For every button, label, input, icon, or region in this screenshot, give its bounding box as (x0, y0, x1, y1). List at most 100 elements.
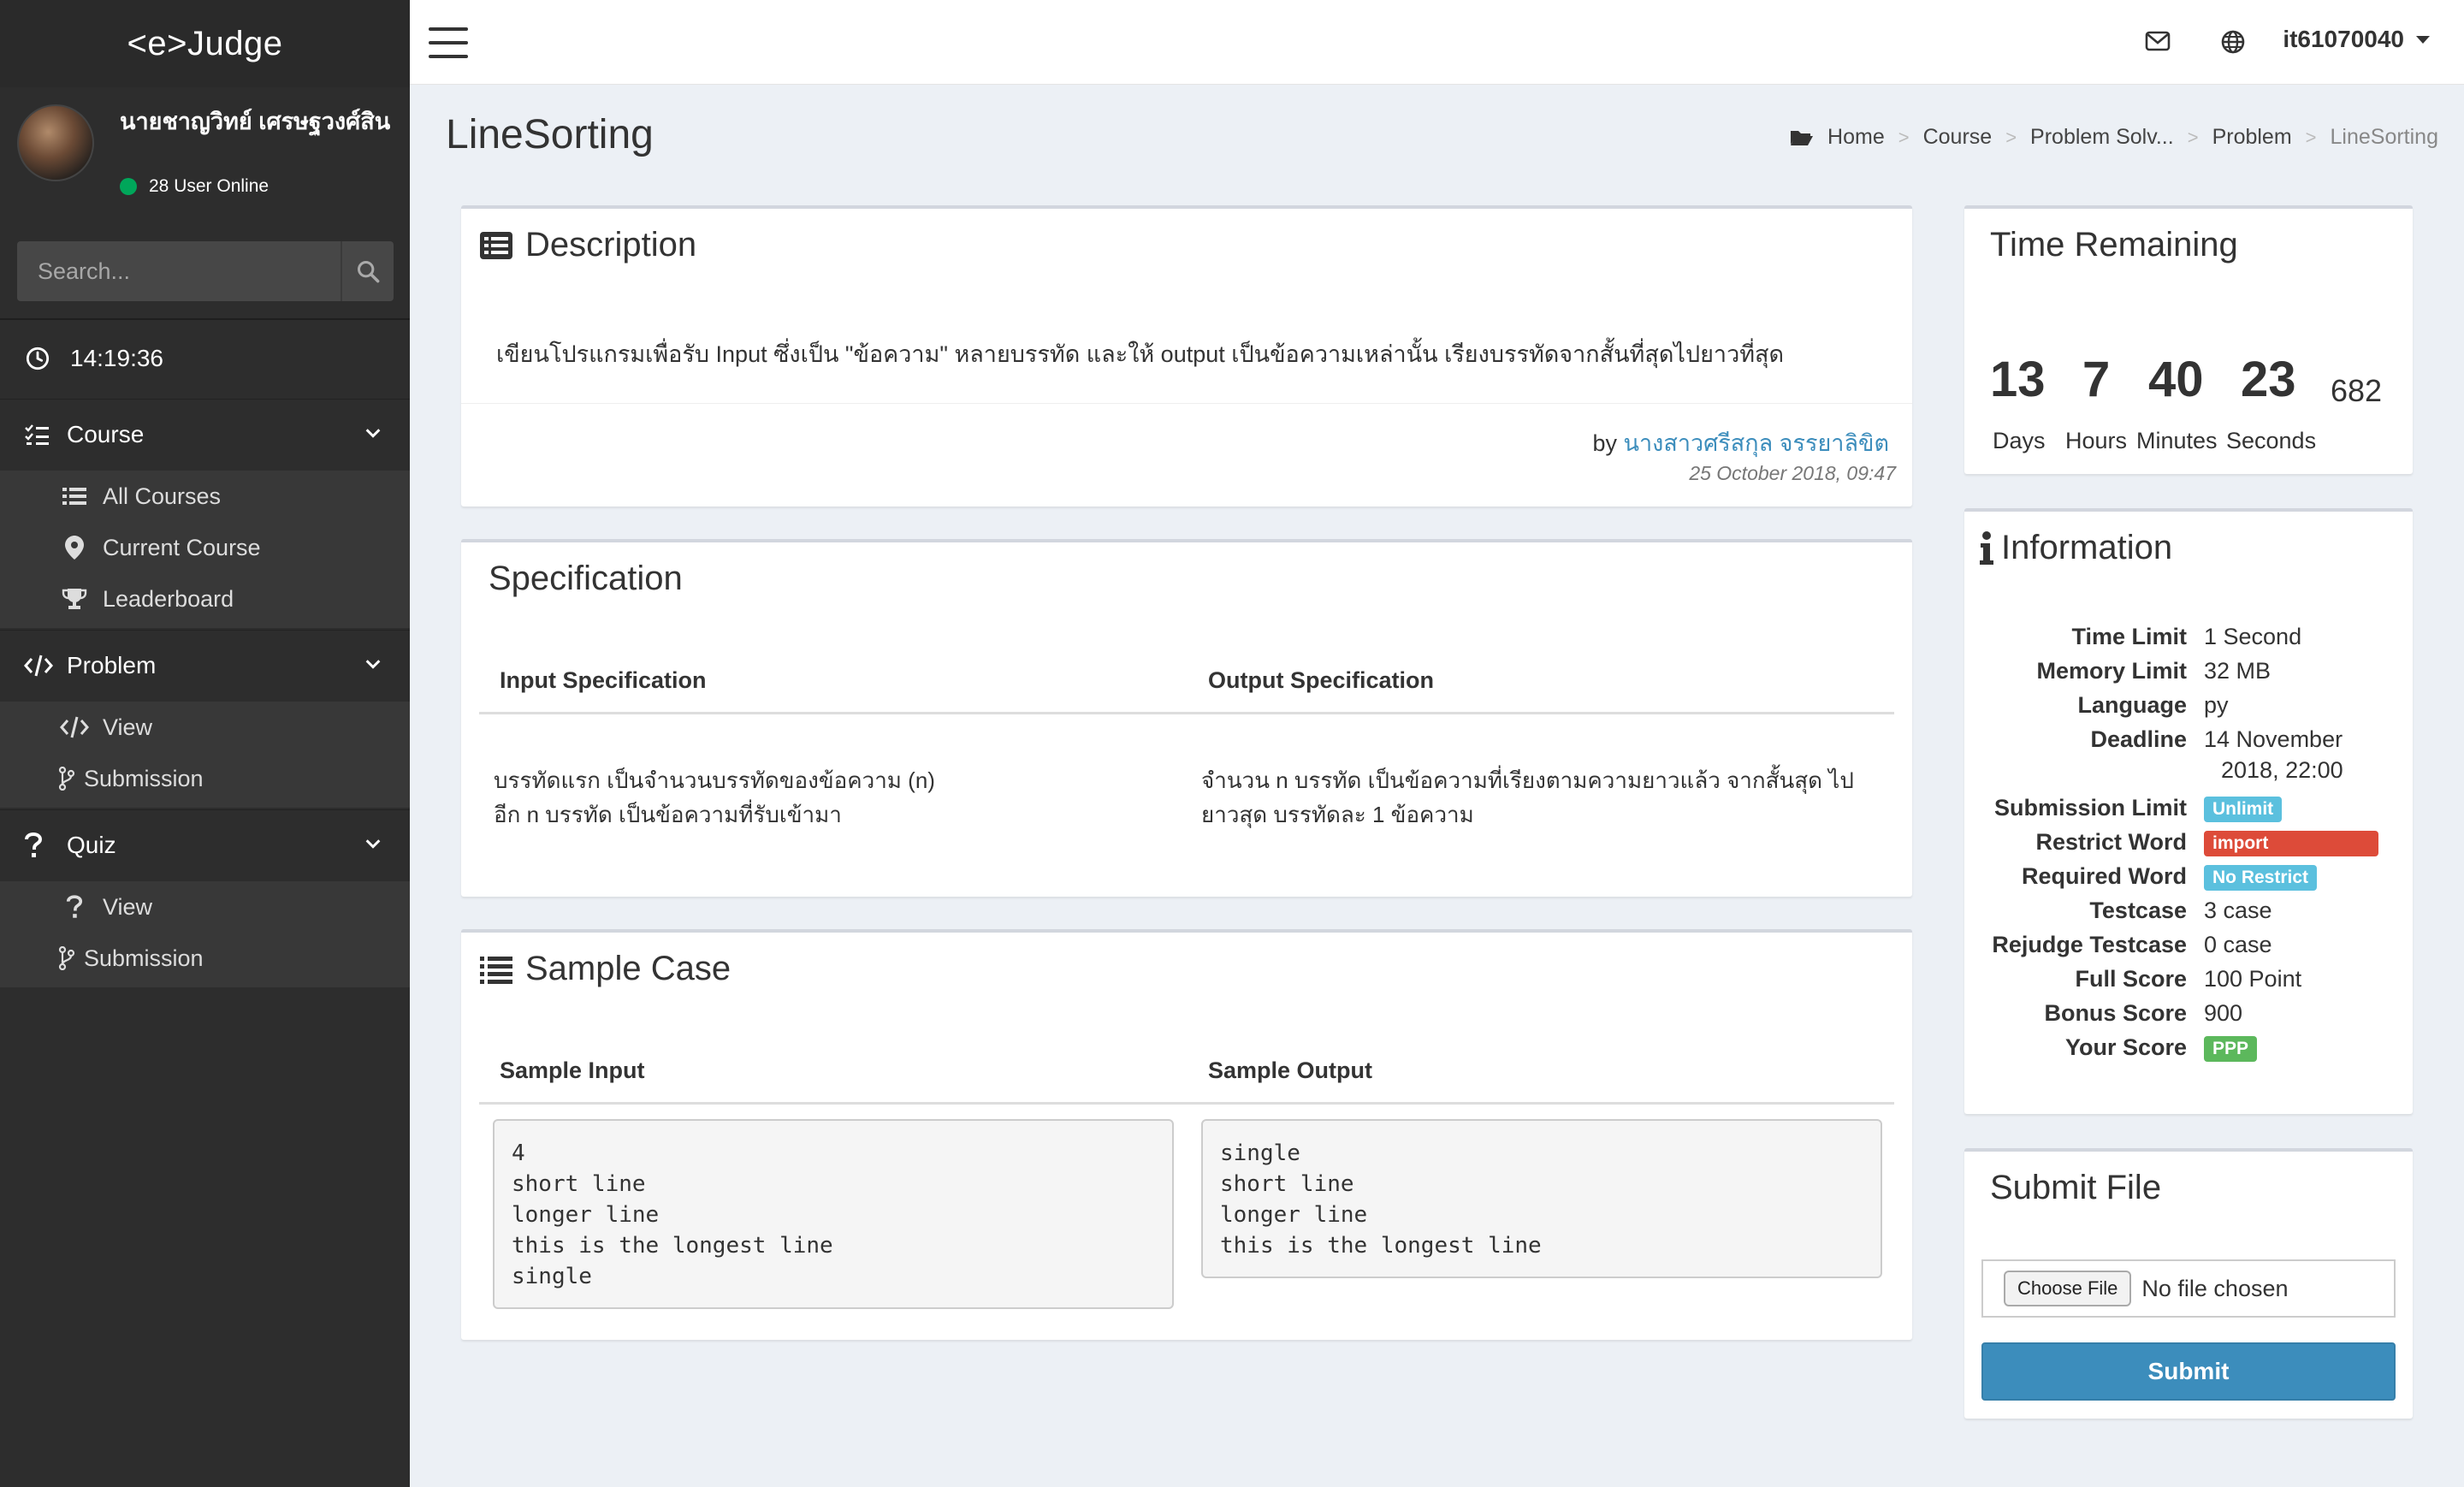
author-link[interactable]: นางสาวศรีสกุล จรรยาลิขิต (1624, 430, 1889, 456)
page-title: LineSorting (446, 112, 654, 157)
clock-time: 14:19:36 (70, 345, 163, 371)
online-count: 28 User Online (149, 176, 270, 196)
code-branch-icon (58, 767, 75, 791)
folder-open-icon (1791, 130, 1814, 145)
globe-icon[interactable] (2220, 29, 2246, 55)
caret-down-icon (2416, 35, 2430, 44)
info-row-required-word: Required Word No Restrict (1959, 859, 2421, 893)
quiz-submenu: View Submission (0, 881, 410, 987)
sidebar-item-label: Course (67, 420, 145, 447)
sample-output-block: single short line longer line this is th… (1201, 1119, 1882, 1278)
sidebar-search (17, 241, 394, 301)
search-button[interactable] (341, 241, 394, 301)
sample-input-header: Sample Input (500, 1057, 645, 1083)
submit-button[interactable]: Submit (1981, 1342, 2396, 1401)
sidebar-item-label: View (103, 893, 153, 920)
author-line: by นางสาวศรีสกุล จรรยาลิขิต (1592, 424, 1889, 461)
info-row-your-score: Your Score PPP (1959, 1030, 2421, 1064)
information-title: Information (1979, 529, 2172, 567)
problem-submenu: View Submission (0, 702, 410, 808)
search-icon (357, 260, 380, 283)
output-spec-text: จำนวน n บรรทัด เป็นข้อความที่เรียงตามควา… (1201, 767, 1854, 827)
seconds-value: 23 (2241, 352, 2296, 407)
sidebar-item-quiz-submission[interactable]: Submission (0, 933, 410, 984)
status-badge: PPP (2204, 1035, 2258, 1062)
hours-value: 7 (2082, 352, 2111, 407)
online-dot-icon (120, 178, 137, 195)
sidebar-item-all-courses[interactable]: All Courses (0, 471, 410, 522)
minutes-value: 40 (2148, 352, 2204, 407)
envelope-icon[interactable] (2145, 31, 2171, 51)
chevron-down-icon (365, 839, 381, 849)
online-status: 28 User Online (120, 176, 269, 197)
time-remaining-title: Time Remaining (1990, 226, 2238, 264)
submit-file-title: Submit File (1990, 1169, 2162, 1206)
user-menu[interactable]: it61070040 (2283, 26, 2430, 53)
map-marker-icon (65, 536, 84, 560)
sidebar: <e>Judge นายชาญวิทย์ เศรษฐวงศ์สิน 28 Use… (0, 0, 410, 1487)
info-row-bonus-score: Bonus Score 900 (2044, 999, 2243, 1026)
sidebar-item-label: All Courses (103, 483, 222, 509)
user-name: นายชาญวิทย์ เศรษฐวงศ์สิน (120, 109, 391, 134)
sidebar-item-quiz-view[interactable]: View (0, 881, 410, 933)
sidebar-item-leaderboard[interactable]: Leaderboard (0, 573, 410, 625)
list-alt-icon (480, 231, 512, 259)
breadcrumb-problem-solving[interactable]: Problem Solv... (2030, 125, 2174, 150)
search-input[interactable] (17, 241, 341, 301)
author-by: by (1592, 430, 1618, 456)
username: it61070040 (2283, 26, 2404, 52)
breadcrumb-current: LineSorting (2330, 125, 2438, 149)
info-row-deadline: Deadline 14 November (2090, 726, 2343, 752)
input-spec-header: Input Specification (500, 667, 707, 693)
sidebar-item-label: Submission (84, 945, 204, 971)
choose-file-button[interactable]: Choose File (2004, 1271, 2132, 1306)
status-badge: Unlimit (2204, 796, 2283, 822)
sidebar-item-problem[interactable]: Problem (0, 630, 410, 700)
box-title-text: Sample Case (525, 950, 732, 987)
breadcrumb-problem[interactable]: Problem (2212, 125, 2292, 150)
server-clock: 14:19:36 (0, 320, 410, 397)
file-input[interactable]: Choose File No file chosen (1981, 1259, 2396, 1318)
box-title-text: Description (525, 226, 697, 264)
app-logo[interactable]: <e>Judge (0, 0, 410, 87)
sidebar-item-problem-view[interactable]: View (0, 702, 410, 753)
list-check-icon (25, 424, 49, 445)
breadcrumb-course[interactable]: Course (1923, 125, 1993, 150)
sidebar-item-label: Submission (84, 765, 204, 791)
sidebar-item-course[interactable]: Course (0, 399, 410, 469)
sidebar-item-label: Current Course (103, 534, 261, 560)
user-panel: นายชาญวิทย์ เศรษฐวงศ์สิน 28 User Online (0, 87, 410, 233)
sidebar-item-current-course[interactable]: Current Course (0, 522, 410, 573)
topbar: it61070040 (410, 0, 2464, 85)
info-row-rejudge-testcase: Rejudge Testcase 0 case (1992, 931, 2272, 957)
info-row-testcase: Testcase 3 case (2089, 897, 2272, 923)
sidebar-item-problem-submission[interactable]: Submission (0, 753, 410, 804)
status-badge: No Restrict (2204, 864, 2318, 891)
sidebar-item-label: View (103, 714, 153, 740)
breadcrumb-home[interactable]: Home (1827, 125, 1885, 150)
info-row-memory-limit: Memory Limit 32 MB (2036, 657, 2272, 684)
specification-title: Specification (489, 560, 683, 597)
chevron-down-icon (365, 429, 381, 438)
sample-input-block: 4 short line longer line this is the lon… (493, 1119, 1174, 1309)
code-icon (60, 716, 89, 738)
sample-header-divider (479, 1102, 1894, 1105)
chevron-down-icon (365, 660, 381, 669)
info-row-submission-limit: Submission Limit Unlimit (1959, 791, 2421, 825)
code-branch-icon (58, 946, 75, 970)
question-icon (25, 832, 43, 857)
list-icon (62, 488, 86, 505)
hamburger-icon[interactable] (429, 27, 468, 58)
description-title: Description (479, 226, 696, 264)
sample-output-header: Sample Output (1208, 1057, 1373, 1083)
minutes-label: Minutes (2136, 428, 2218, 453)
sidebar-item-label: Leaderboard (103, 585, 234, 612)
course-submenu: All Courses Current Course Leaderboard (0, 471, 410, 628)
days-value: 13 (1990, 352, 2046, 407)
output-spec-header: Output Specification (1208, 667, 1435, 693)
description-divider (461, 403, 1912, 404)
seconds-label: Seconds (2226, 428, 2317, 453)
sidebar-item-label: Problem (67, 651, 157, 678)
sidebar-item-quiz[interactable]: Quiz (0, 809, 410, 880)
status-badge: import (2204, 830, 2378, 856)
